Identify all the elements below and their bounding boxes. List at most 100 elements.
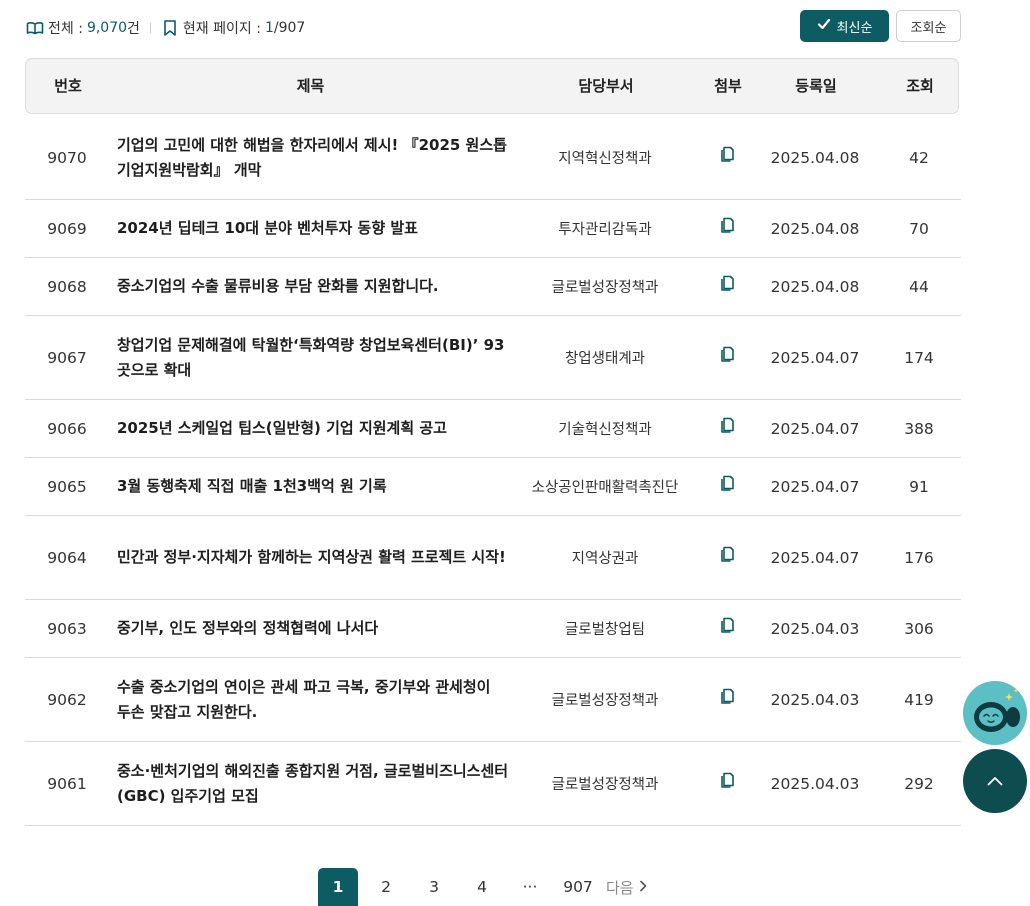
row-views: 176 — [904, 548, 934, 567]
header-views: 조회 — [906, 77, 934, 95]
header-dept: 담당부서 — [578, 77, 634, 95]
row-number: 9065 — [47, 477, 87, 496]
table-row[interactable]: 9068 중소기업의 수출 물류비용 부담 완화를 지원합니다. 글로벌성장정책… — [25, 258, 961, 316]
pagination-ellipsis: ··· — [522, 878, 538, 896]
row-number: 9063 — [47, 619, 87, 638]
page-1-button[interactable]: 1 — [318, 868, 358, 906]
table-row[interactable]: 9062 수출 중소기업의 연이은 관세 파고 극복, 중기부와 관세청이 두손… — [25, 658, 961, 742]
row-views: 91 — [909, 477, 929, 496]
table-row[interactable]: 9065 3월 동행축제 직접 매출 1천3백억 원 기록 소상공인판매활력촉진… — [25, 458, 961, 516]
file-attachment-icon[interactable] — [718, 688, 736, 709]
row-title-link[interactable]: 2024년 딥테크 10대 분야 벤처투자 동향 발표 — [117, 200, 509, 257]
page-4-button[interactable]: 4 — [462, 868, 502, 906]
table-row[interactable]: 9063 중기부, 인도 정부와의 정책협력에 나서다 글로벌창업팀 2025.… — [25, 600, 961, 658]
row-title-link[interactable]: 3월 동행축제 직접 매출 1천3백억 원 기록 — [117, 458, 509, 515]
pagination: 1 2 3 4 ··· 907 다음 — [318, 868, 656, 906]
current-page: 1 — [264, 20, 274, 36]
file-attachment-icon[interactable] — [718, 417, 736, 438]
row-date: 2025.04.03 — [770, 774, 860, 793]
file-attachment-icon[interactable] — [718, 617, 736, 638]
row-title-link[interactable]: 중기부, 인도 정부와의 정책협력에 나서다 — [117, 600, 509, 657]
table-body: 9070 기업의 고민에 대한 해법을 한자리에서 제시! 『2025 원스톱기… — [25, 116, 961, 826]
row-date: 2025.04.07 — [770, 477, 860, 496]
sort-views-label: 조회순 — [910, 20, 947, 36]
row-number: 9070 — [47, 148, 87, 167]
row-date: 2025.04.07 — [770, 348, 860, 367]
chevron-up-icon — [986, 772, 1004, 791]
file-attachment-icon[interactable] — [718, 275, 736, 296]
robot-icon — [963, 688, 1027, 745]
row-date: 2025.04.03 — [770, 690, 860, 709]
table-header: 번호 제목 담당부서 첨부 등록일 조회 — [25, 58, 959, 114]
table-row[interactable]: 9064 민간과 정부·지자체가 함께하는 지역상권 활력 프로젝트 시작! 지… — [25, 516, 961, 600]
next-label: 다음 — [606, 878, 634, 897]
row-title-link[interactable]: 수출 중소기업의 연이은 관세 파고 극복, 중기부와 관세청이 두손 맞잡고 … — [117, 658, 509, 741]
total-count: 9,070 — [86, 20, 128, 36]
check-icon — [817, 17, 831, 35]
divider — [149, 23, 151, 33]
row-number: 9062 — [47, 690, 87, 709]
table-row[interactable]: 9066 2025년 스케일업 팁스(일반형) 기업 지원계획 공고 기술혁신정… — [25, 400, 961, 458]
sort-latest-label: 최신순 — [836, 20, 873, 36]
row-date: 2025.04.03 — [770, 619, 860, 638]
page-2-button[interactable]: 2 — [366, 868, 406, 906]
row-dept: 글로벌창업팀 — [564, 622, 646, 638]
scroll-top-button[interactable] — [963, 749, 1027, 813]
total-pages: /907 — [273, 20, 306, 36]
chatbot-button[interactable] — [963, 681, 1027, 745]
row-dept: 지역상권과 — [571, 551, 639, 567]
total-label: 전체 : — [48, 21, 83, 37]
next-page-button[interactable]: 다음 — [606, 868, 648, 906]
row-number: 9068 — [47, 277, 87, 296]
sort-views-button[interactable]: 조회순 — [896, 10, 961, 42]
row-title-link[interactable]: 중소·벤처기업의 해외진출 종합지원 거점, 글로벌비즈니스센터(GBC) 입주… — [117, 742, 509, 825]
row-date: 2025.04.08 — [770, 219, 860, 238]
row-views: 174 — [904, 348, 934, 367]
row-dept: 기술혁신정책과 — [558, 422, 652, 438]
row-dept: 소상공인판매활력촉진단 — [531, 480, 679, 496]
row-views: 419 — [904, 690, 934, 709]
row-dept: 지역혁신정책과 — [558, 151, 652, 167]
row-dept: 글로벌성장정책과 — [551, 280, 659, 296]
chevron-right-icon — [638, 878, 648, 896]
file-attachment-icon[interactable] — [718, 772, 736, 793]
row-date: 2025.04.08 — [770, 277, 860, 296]
sort-options: 최신순 조회순 — [800, 10, 961, 42]
row-number: 9067 — [47, 348, 87, 367]
row-views: 42 — [909, 148, 929, 167]
table-row[interactable]: 9067 창업기업 문제해결에 탁월한‘특화역량 창업보육센터(BI)’ 93곳… — [25, 316, 961, 400]
row-dept: 글로벌성장정책과 — [551, 777, 659, 793]
row-title-link[interactable]: 창업기업 문제해결에 탁월한‘특화역량 창업보육센터(BI)’ 93곳으로 확대 — [117, 316, 509, 399]
row-title-link[interactable]: 기업의 고민에 대한 해법을 한자리에서 제시! 『2025 원스톱기업지원박람… — [117, 116, 509, 199]
row-views: 306 — [904, 619, 934, 638]
row-date: 2025.04.08 — [770, 148, 860, 167]
page-3-button[interactable]: 3 — [414, 868, 454, 906]
book-open-icon — [26, 19, 44, 37]
table-row[interactable]: 9069 2024년 딥테크 10대 분야 벤처투자 동향 발표 투자관리감독과… — [25, 200, 961, 258]
row-date: 2025.04.07 — [770, 419, 860, 438]
table-row[interactable]: 9061 중소·벤처기업의 해외진출 종합지원 거점, 글로벌비즈니스센터(GB… — [25, 742, 961, 826]
row-title-link[interactable]: 민간과 정부·지자체가 함께하는 지역상권 활력 프로젝트 시작! — [117, 516, 509, 599]
header-title: 제목 — [296, 77, 325, 95]
file-attachment-icon[interactable] — [718, 475, 736, 496]
list-toolbar: 전체 : 9,070 건 현재 페이지 : 1/907 최신순 조회순 — [26, 10, 961, 44]
row-number: 9069 — [47, 219, 87, 238]
total-unit: 건 — [127, 21, 140, 37]
file-attachment-icon[interactable] — [718, 217, 736, 238]
row-views: 70 — [909, 219, 929, 238]
row-dept: 글로벌성장정책과 — [551, 693, 659, 709]
file-attachment-icon[interactable] — [718, 146, 736, 167]
file-attachment-icon[interactable] — [718, 346, 736, 367]
sort-latest-button[interactable]: 최신순 — [800, 10, 889, 42]
row-title-link[interactable]: 중소기업의 수출 물류비용 부담 완화를 지원합니다. — [117, 258, 509, 315]
list-summary: 전체 : 9,070 건 현재 페이지 : 1/907 — [26, 18, 305, 38]
row-views: 44 — [909, 277, 929, 296]
row-number: 9066 — [47, 419, 87, 438]
bookmark-icon — [161, 19, 179, 37]
row-number: 9064 — [47, 548, 87, 567]
page-last-button[interactable]: 907 — [558, 868, 598, 906]
row-dept: 투자관리감독과 — [558, 222, 652, 238]
table-row[interactable]: 9070 기업의 고민에 대한 해법을 한자리에서 제시! 『2025 원스톱기… — [25, 116, 961, 200]
row-title-link[interactable]: 2025년 스케일업 팁스(일반형) 기업 지원계획 공고 — [117, 400, 509, 457]
file-attachment-icon[interactable] — [718, 546, 736, 567]
